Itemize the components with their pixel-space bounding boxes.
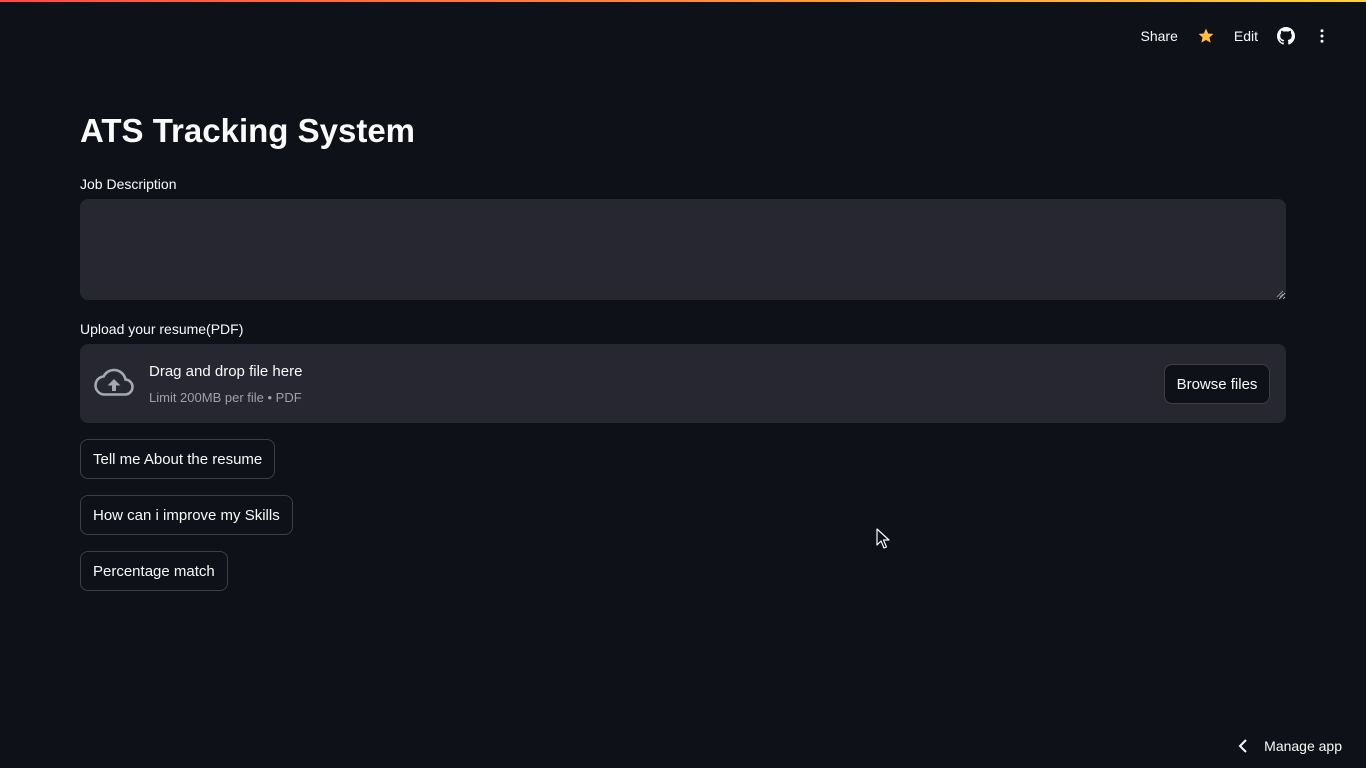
edit-button[interactable]: Edit	[1224, 28, 1268, 44]
job-description-wrapper	[80, 199, 1286, 300]
cloud-upload-icon	[94, 368, 134, 396]
dropzone-limit: Limit 200MB per file • PDF	[149, 390, 302, 405]
manage-app-label: Manage app	[1264, 738, 1342, 754]
github-icon[interactable]	[1276, 26, 1296, 46]
improve-skills-button[interactable]: How can i improve my Skills	[80, 495, 293, 535]
percentage-match-button[interactable]: Percentage match	[80, 551, 228, 591]
dropzone-title: Drag and drop file here	[149, 363, 303, 380]
top-decoration-bar	[0, 0, 1366, 2]
resize-grip-icon[interactable]	[1276, 290, 1284, 298]
star-icon[interactable]	[1196, 26, 1216, 46]
mouse-cursor-icon	[876, 528, 890, 549]
file-dropzone[interactable]: Drag and drop file here Limit 200MB per …	[80, 344, 1286, 423]
job-description-label: Job Description	[80, 176, 177, 192]
upload-label: Upload your resume(PDF)	[80, 321, 244, 337]
page-title: ATS Tracking System	[80, 112, 416, 149]
top-toolbar: Share Edit	[1131, 24, 1340, 48]
share-button[interactable]: Share	[1131, 28, 1188, 44]
manage-app-button[interactable]: Manage app	[1238, 738, 1342, 754]
more-options-icon[interactable]	[1312, 26, 1332, 46]
chevron-left-icon	[1238, 739, 1247, 753]
job-description-input[interactable]	[80, 199, 1286, 300]
tell-about-resume-button[interactable]: Tell me About the resume	[80, 439, 276, 479]
browse-files-button[interactable]: Browse files	[1164, 364, 1270, 404]
